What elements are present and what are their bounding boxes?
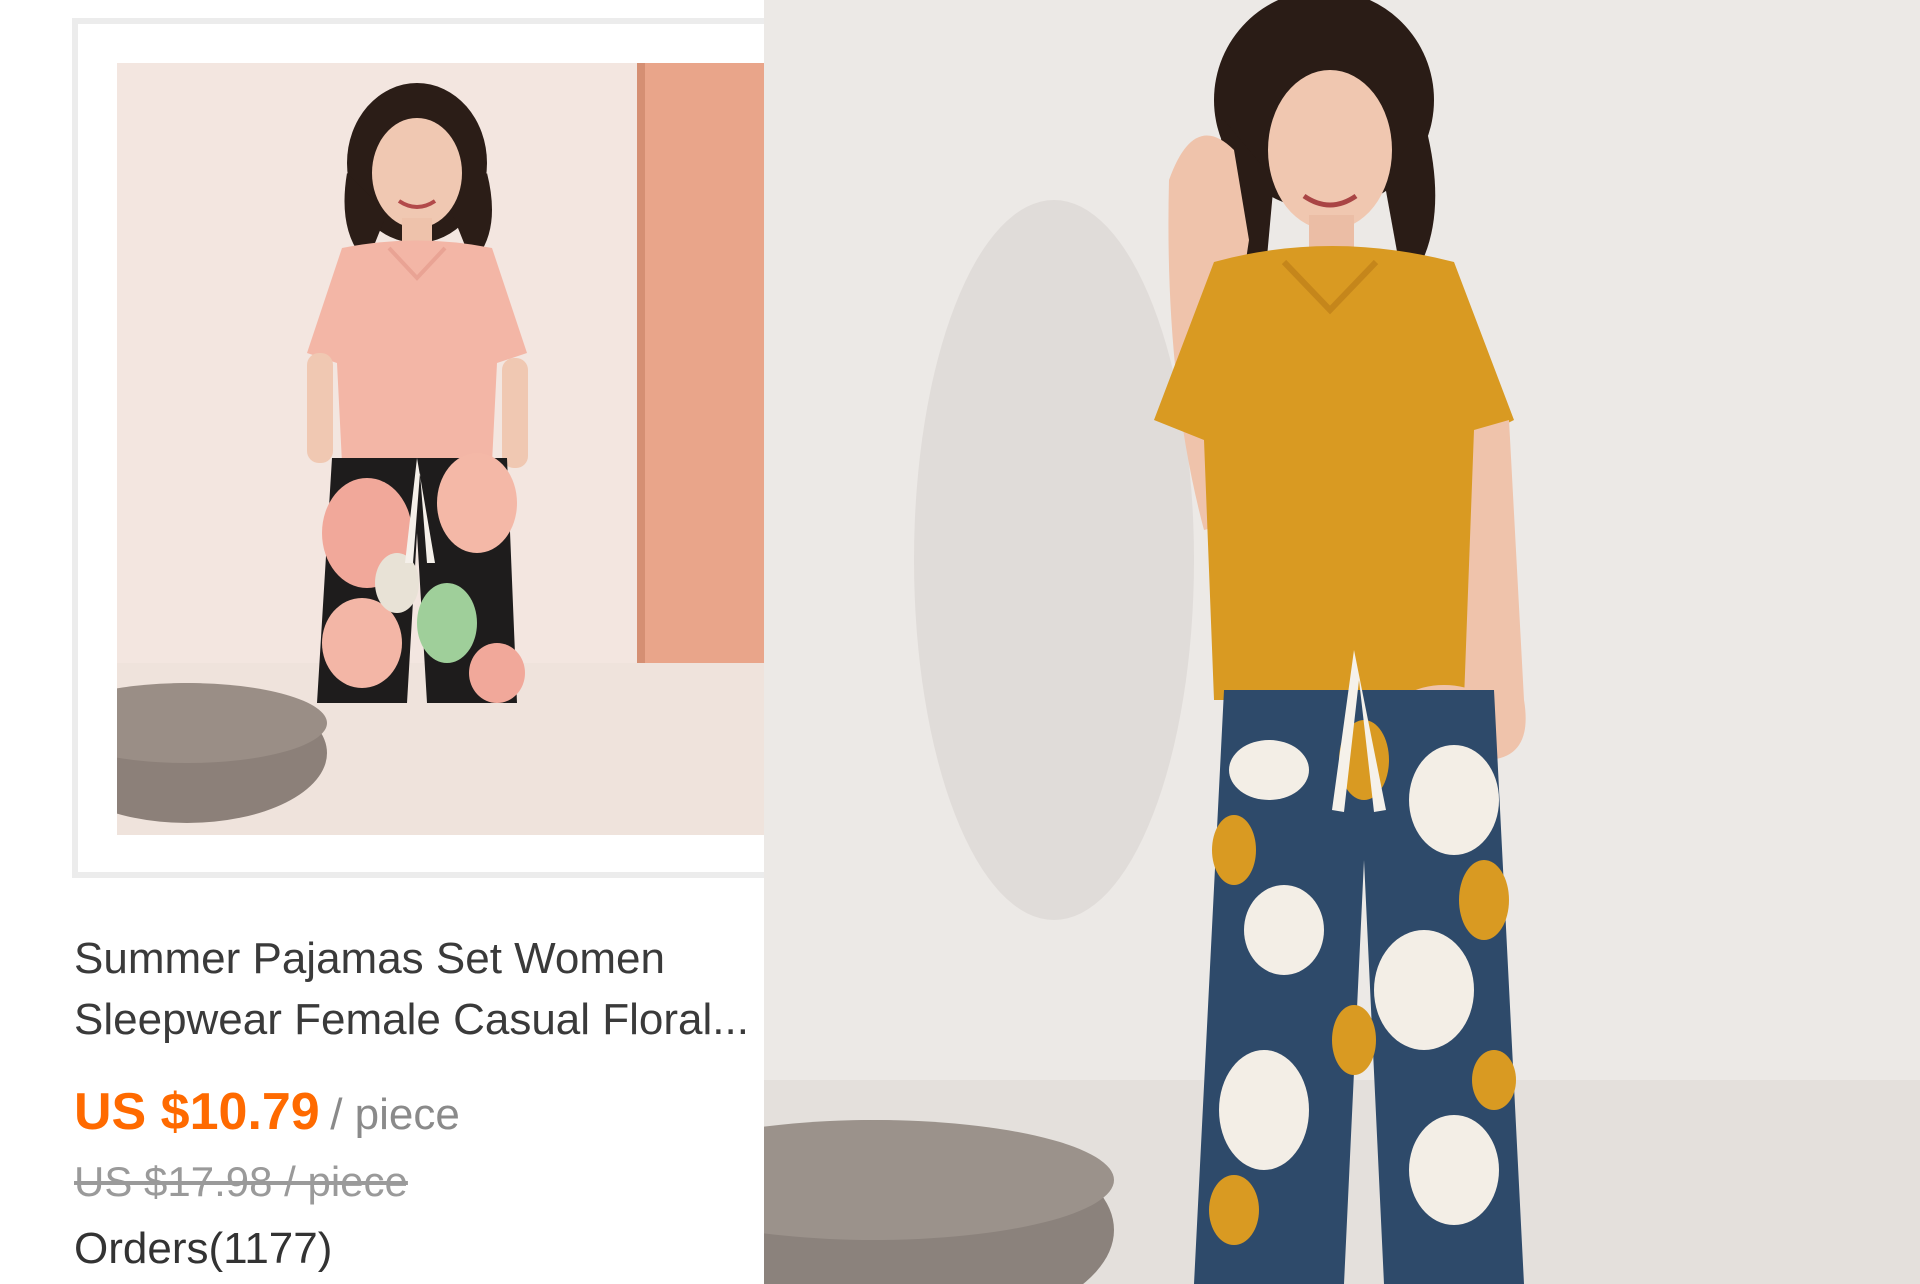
product-title-line-1: Summer Pajamas Set Women xyxy=(74,934,665,983)
product-title-line-2: Sleepwear Female Casual Floral... xyxy=(74,995,749,1044)
screenshot-canvas: Summer Pajamas Set Women Sleepwear Femal… xyxy=(0,0,1920,1284)
product-thumbnail[interactable] xyxy=(117,63,764,835)
original-price: US $17.98 / piece xyxy=(74,1158,408,1205)
product-card[interactable]: Summer Pajamas Set Women Sleepwear Femal… xyxy=(0,0,764,1284)
thumbnail-photo xyxy=(117,63,764,835)
price-unit: / piece xyxy=(330,1090,460,1139)
model-photo-illustration xyxy=(764,0,1920,1284)
orders-count: Orders(1177) xyxy=(74,1224,333,1273)
product-title-link[interactable]: Summer Pajamas Set Women Sleepwear Femal… xyxy=(74,928,764,1050)
price-row: US $10.79 / piece xyxy=(74,1082,460,1142)
model-photo xyxy=(764,0,1920,1284)
sale-price: US $10.79 xyxy=(74,1083,320,1141)
